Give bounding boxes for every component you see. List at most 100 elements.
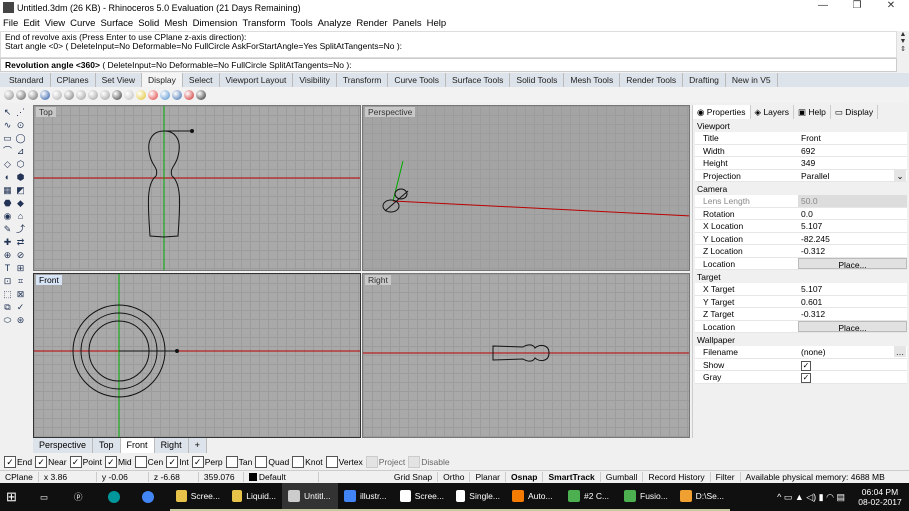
display-mode-icon[interactable]	[88, 90, 98, 100]
tool-icon[interactable]: ◩	[15, 185, 26, 195]
property-value[interactable]: ✓	[798, 371, 907, 383]
viewport-right[interactable]: Right	[362, 273, 690, 438]
osnap-knot-checkbox[interactable]	[292, 456, 305, 468]
taskbar-item[interactable]: Single...	[450, 483, 506, 511]
viewport-tab-perspective[interactable]: Perspective	[33, 438, 94, 453]
tool-icon[interactable]: ⌗	[15, 276, 26, 286]
display-mode-icon[interactable]	[76, 90, 86, 100]
tool-icon[interactable]: ⊘	[15, 250, 26, 260]
status-smarttrack[interactable]: SmartTrack	[543, 472, 601, 482]
tab-viewport-layout[interactable]: Viewport Layout	[220, 73, 294, 87]
osnap-perp-checkbox[interactable]: ✓	[191, 456, 204, 468]
command-line[interactable]: Revolution angle <360> ( DeleteInput=No …	[0, 58, 897, 72]
taskbar-item[interactable]: #2 C...	[562, 483, 618, 511]
chevron-up-icon[interactable]: ▲	[897, 31, 909, 38]
taskbar-item[interactable]: illustr...	[338, 483, 394, 511]
spinner-icon[interactable]: ⇕	[897, 45, 909, 53]
osnap-quad-checkbox[interactable]	[255, 456, 268, 468]
tab-drafting[interactable]: Drafting	[683, 73, 726, 87]
tab-render-tools[interactable]: Render Tools	[620, 73, 684, 87]
display-mode-icon[interactable]	[16, 90, 26, 100]
restore-button[interactable]: ❐	[842, 0, 872, 15]
minimize-button[interactable]: —	[808, 0, 838, 15]
tab-visibility[interactable]: Visibility	[293, 73, 337, 87]
display-mode-icon[interactable]	[160, 90, 170, 100]
viewport-tab-top[interactable]: Top	[93, 438, 121, 453]
display-mode-icon[interactable]	[100, 90, 110, 100]
display-mode-icon[interactable]	[124, 90, 134, 100]
tool-icon[interactable]: ◯	[15, 133, 26, 143]
tab-new-in-v5[interactable]: New in V5	[726, 73, 778, 87]
tab-mesh-tools[interactable]: Mesh Tools	[564, 73, 621, 87]
menu-panels[interactable]: Panels	[393, 18, 422, 29]
tab-transform[interactable]: Transform	[337, 73, 389, 87]
tool-icon[interactable]: ⧉	[2, 302, 13, 312]
tool-icon[interactable]: T	[2, 263, 13, 273]
menu-surface[interactable]: Surface	[100, 18, 133, 29]
tool-icon[interactable]: ◆	[15, 198, 26, 208]
tool-icon[interactable]: ⊛	[15, 315, 26, 325]
tool-icon[interactable]: ⊞	[15, 263, 26, 273]
status-ortho[interactable]: Ortho	[438, 472, 471, 482]
property-value[interactable]: -82.245	[798, 233, 907, 245]
property-value[interactable]: 5.107	[798, 220, 907, 232]
display-mode-icon[interactable]	[28, 90, 38, 100]
system-tray[interactable]: ^ ▭ ▲ ◁) ▮ ◠ ▤	[771, 483, 851, 511]
viewport-tab-front[interactable]: Front	[120, 438, 155, 453]
status-grid-snap[interactable]: Grid Snap	[389, 472, 439, 482]
viewport-label[interactable]: Perspective	[365, 107, 416, 117]
status-planar[interactable]: Planar	[470, 472, 507, 482]
status-osnap[interactable]: Osnap	[506, 472, 544, 482]
pinned-arduino[interactable]	[102, 483, 136, 511]
tool-icon[interactable]: ✚	[2, 237, 13, 247]
display-mode-icon[interactable]	[40, 90, 50, 100]
viewport-label[interactable]: Right	[365, 275, 391, 285]
pinned-chrome[interactable]	[136, 483, 170, 511]
osnap-near-checkbox[interactable]: ✓	[35, 456, 48, 468]
status-filter[interactable]: Filter	[711, 472, 741, 482]
pinned-app[interactable]: ⓟ	[68, 483, 102, 511]
tool-icon[interactable]: ⤴	[15, 224, 26, 234]
tab-set-view[interactable]: Set View	[96, 73, 143, 87]
taskbar-item[interactable]: Untitl...	[282, 483, 338, 511]
menu-solid[interactable]: Solid	[138, 18, 159, 29]
menu-view[interactable]: View	[45, 18, 65, 29]
property-value[interactable]: 5.107	[798, 283, 907, 295]
tool-icon[interactable]: ⌂	[15, 211, 26, 221]
tool-icon[interactable]: ◇	[2, 159, 13, 169]
tool-icon[interactable]: ⊿	[15, 146, 26, 156]
tool-icon[interactable]: ⊠	[15, 289, 26, 299]
display-mode-icon[interactable]	[148, 90, 158, 100]
taskbar-item[interactable]: Liquid...	[226, 483, 282, 511]
osnap-mid-checkbox[interactable]: ✓	[104, 456, 117, 468]
command-scrollbar[interactable]: ▲ ▼ ⇕	[897, 31, 909, 72]
command-options[interactable]: ( DeleteInput=No Deformable=No FullCircl…	[100, 60, 351, 70]
panel-tab-properties[interactable]: ◉ Properties	[693, 105, 751, 119]
clock[interactable]: 06:04 PM 08-02-2017	[851, 483, 909, 511]
tab-cplanes[interactable]: CPlanes	[51, 73, 96, 87]
property-value[interactable]: 349	[798, 157, 907, 169]
tool-icon[interactable]: ▦	[2, 185, 13, 195]
taskbar-item[interactable]: D:\Se...	[674, 483, 730, 511]
tool-icon[interactable]: ✎	[2, 224, 13, 234]
tool-icon[interactable]: ⬣	[2, 198, 13, 208]
tab-standard[interactable]: Standard	[3, 73, 51, 87]
tool-icon[interactable]: ⇄	[15, 237, 26, 247]
property-value[interactable]: -0.312	[798, 308, 907, 320]
display-mode-icon[interactable]	[64, 90, 74, 100]
tool-icon[interactable]: ⬡	[15, 159, 26, 169]
viewport-tab-add[interactable]: +	[188, 438, 207, 453]
panel-tab-layers[interactable]: ◈ Layers	[751, 105, 794, 119]
tool-icon[interactable]: ◉	[2, 211, 13, 221]
menu-help[interactable]: Help	[427, 18, 447, 29]
tab-solid-tools[interactable]: Solid Tools	[510, 73, 565, 87]
tab-display[interactable]: Display	[142, 73, 183, 87]
menu-edit[interactable]: Edit	[23, 18, 39, 29]
menu-analyze[interactable]: Analyze	[318, 18, 352, 29]
display-mode-icon[interactable]	[112, 90, 122, 100]
viewport-perspective[interactable]: Perspective	[362, 105, 690, 271]
tool-icon[interactable]: ▭	[2, 133, 13, 143]
viewport-top[interactable]: Top	[33, 105, 361, 271]
panel-tab-help[interactable]: ▣ Help	[794, 105, 831, 119]
tool-icon[interactable]: ⊙	[15, 120, 26, 130]
